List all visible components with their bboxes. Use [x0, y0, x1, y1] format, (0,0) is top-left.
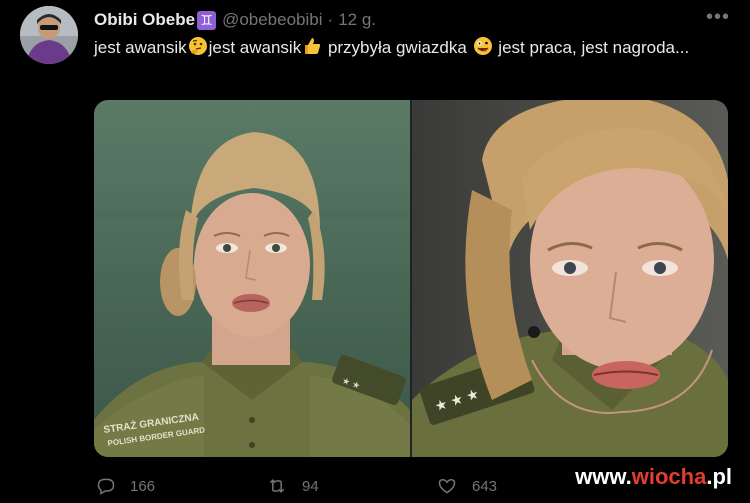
zany-face-icon — [473, 37, 492, 55]
reply-count: 166 — [130, 477, 156, 495]
watermark-brand: wiocha — [631, 464, 707, 489]
author-name[interactable]: Obibi Obebe — [94, 10, 195, 30]
more-options-icon[interactable]: ••• — [706, 7, 730, 27]
watermark-prefix: www. — [575, 464, 632, 489]
retweet-button[interactable]: 94 — [266, 476, 436, 496]
tweet-header: Obibi Obebe ♊ @obebeobibi · 12 g. ••• — [94, 7, 730, 31]
tweet-text-part: jest praca, jest nagroda... — [493, 38, 690, 57]
separator-dot: · — [327, 10, 334, 29]
tweet-text-part: jest awansik — [208, 38, 302, 57]
tweet-text: jest awansik jest awansik przybyła gwiazd… — [94, 36, 714, 60]
tweet-timestamp[interactable]: 12 g. — [338, 10, 376, 30]
retweet-count: 94 — [302, 477, 319, 495]
tweet-text-part: jest awansik — [94, 38, 187, 57]
photo-right[interactable]: ★ ★ ★ — [412, 100, 728, 457]
gemini-badge-icon: ♊ — [197, 10, 217, 30]
watermark: www.wiocha.pl — [575, 464, 732, 490]
media-grid: ★ ★ STRAŻ GRANICZNA POLISH BORDER GUARD — [94, 100, 728, 457]
avatar[interactable] — [20, 6, 78, 64]
tweet-text-part: przybyła gwiazdka — [323, 38, 467, 57]
reply-button[interactable]: 166 — [96, 476, 266, 496]
watermark-suffix: .pl — [706, 464, 732, 489]
photo-left[interactable]: ★ ★ STRAŻ GRANICZNA POLISH BORDER GUARD — [94, 100, 410, 457]
thinking-face-icon — [188, 37, 207, 55]
author-handle[interactable]: @obebeobibi — [222, 10, 322, 30]
heart-icon — [438, 478, 456, 494]
thumbs-up-icon — [305, 38, 321, 54]
tweet-actions: 166 94 643 — [96, 474, 656, 498]
like-count: 643 — [472, 477, 498, 495]
retweet-icon — [269, 479, 285, 493]
reply-icon — [97, 478, 115, 495]
